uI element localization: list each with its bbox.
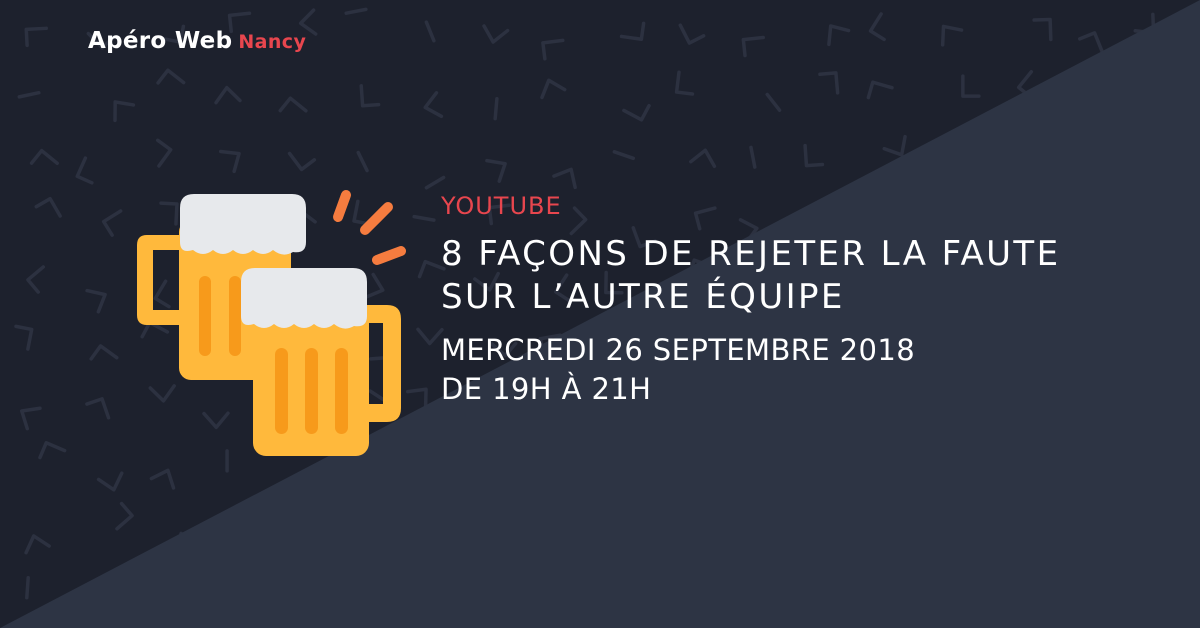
event-title-line: 8 FAÇONS DE REJETER LA FAUTE: [441, 234, 1061, 274]
event-date-line: MERCREDI 26 SEPTEMBRE 2018: [441, 333, 916, 367]
event-card: Apéro Web Nancy YOUTUBE 8 FAÇONS DE REJE…: [0, 0, 1200, 628]
brand-city: Nancy: [238, 31, 307, 53]
event-title-line: SUR L’AUTRE ÉQUIPE: [441, 277, 845, 317]
clinking-beer-mugs-icon: [137, 190, 406, 456]
front-mug: [241, 268, 401, 456]
brand-name: Apéro Web: [88, 28, 233, 54]
event-date: MERCREDI 26 SEPTEMBRE 2018 DE 19H À 21H: [441, 331, 1060, 409]
event-details: YOUTUBE 8 FAÇONS DE REJETER LA FAUTE SUR…: [441, 190, 1060, 409]
chevron-mark: [493, 96, 499, 121]
event-category: YOUTUBE: [441, 192, 562, 220]
chevron-mark: [25, 575, 30, 600]
event-title: 8 FAÇONS DE REJETER LA FAUTE SUR L’AUTRE…: [441, 233, 1060, 319]
splash-lines: [333, 190, 406, 265]
brand-logo: Apéro Web Nancy: [88, 28, 306, 54]
event-time-line: DE 19H À 21H: [441, 372, 652, 406]
